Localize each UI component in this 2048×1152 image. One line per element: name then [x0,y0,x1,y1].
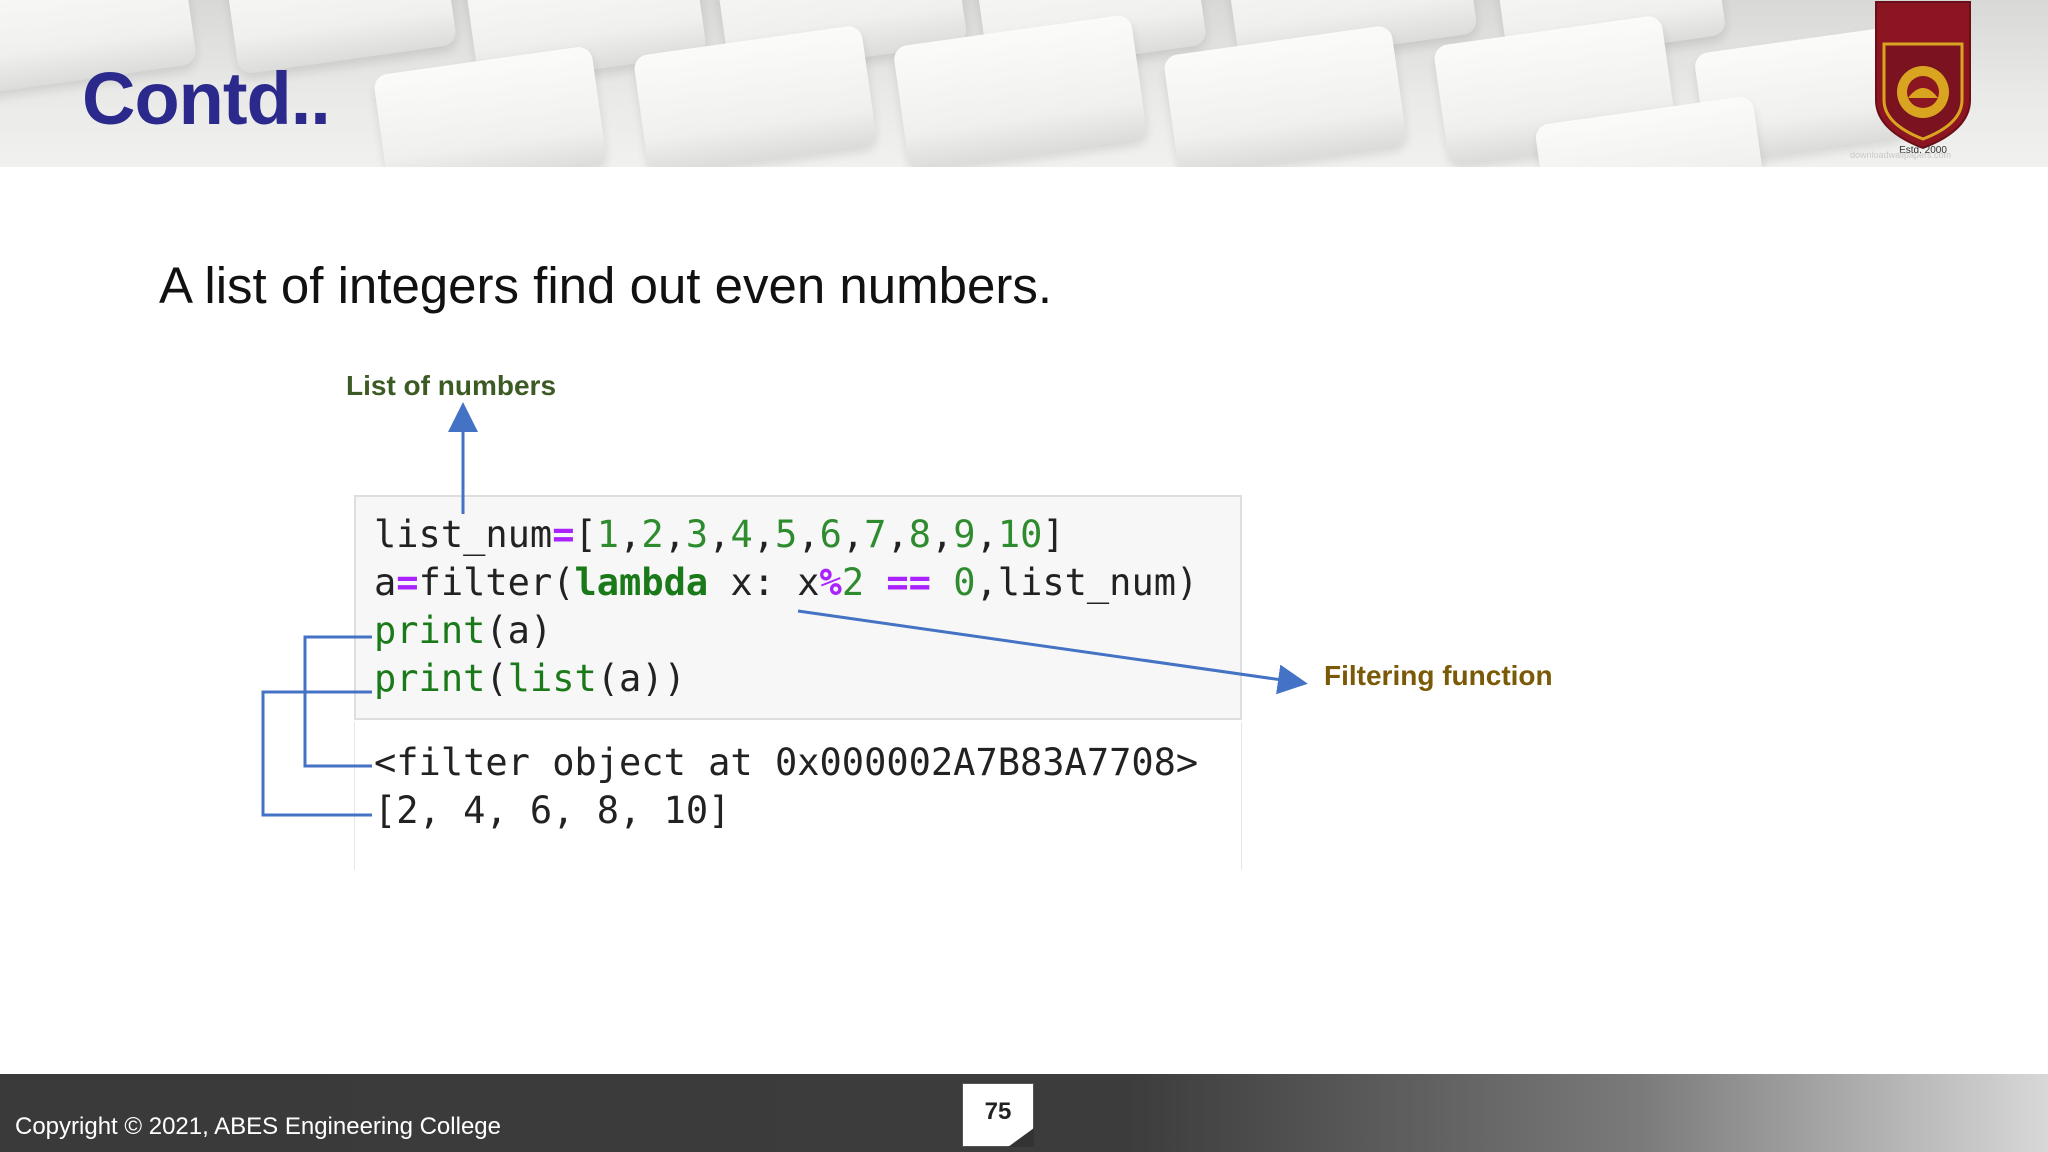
slide-title: Contd.. [82,57,331,140]
watermark-text: downloadwallpapers.com [1850,150,1952,160]
code-line-3: print(a) [374,609,553,652]
slide-subtitle: A list of integers find out even numbers… [159,257,1052,314]
output-line-1: <filter object at 0x000002A7B83A7708> [374,741,1199,784]
logo-wordmark: ABES [1875,5,1971,45]
header-banner: Contd.. ABES Estd. 2000 downloadwallpape… [0,0,2048,167]
code-line-4: print(list(a)) [374,657,686,700]
annotation-filtering-function: Filtering function [1324,660,1553,691]
annotation-list-of-numbers: List of numbers [346,370,557,401]
output-line-2: [2, 4, 6, 8, 10] [374,789,731,832]
code-line-1: list_num=[1,2,3,4,5,6,7,8,9,10] [374,513,1065,556]
page-number: 75 [984,1098,1012,1125]
page-fold-icon [1008,1128,1034,1147]
code-line-2: a=filter(lambda x: x%2 == 0,list_num) [374,561,1199,604]
copyright-text: Copyright © 2021, ABES Engineering Colle… [15,1113,501,1140]
abes-logo: ABES Estd. 2000 [1868,0,1978,160]
